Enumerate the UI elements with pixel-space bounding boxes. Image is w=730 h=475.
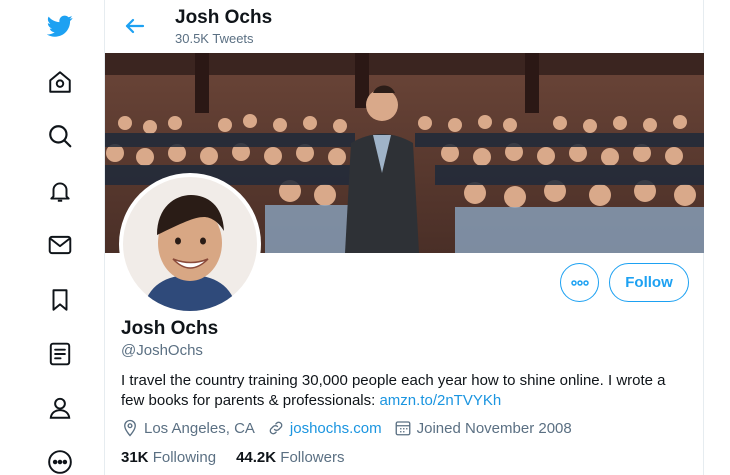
followers-count: 44.2K [236, 449, 277, 466]
location-text: Los Angeles, CA [144, 419, 255, 437]
joined-item: Joined November 2008 [394, 419, 572, 437]
website-item: joshochs.com [267, 419, 382, 437]
profile-person-icon[interactable] [46, 394, 74, 422]
followers-label: Followers [280, 449, 345, 466]
more-options-icon[interactable] [46, 448, 74, 475]
calendar-icon [395, 421, 411, 436]
home-icon[interactable] [46, 68, 74, 96]
profile-column: Josh Ochs 30.5K Tweets Follow Josh Ochs … [104, 0, 704, 475]
following-label: Following [152, 449, 217, 466]
header-tweet-count: 30.5K Tweets [175, 31, 254, 46]
messages-envelope-icon[interactable] [46, 231, 74, 259]
follow-stats: 31K Following 44.2K Followers [121, 449, 364, 466]
following-stat[interactable]: 31K Following [121, 449, 216, 466]
follow-button[interactable]: Follow [609, 263, 689, 302]
lists-icon[interactable] [46, 340, 74, 368]
profile-avatar[interactable] [119, 173, 261, 315]
profile-header-bar: Josh Ochs 30.5K Tweets [105, 0, 704, 53]
location-item: Los Angeles, CA [121, 419, 255, 437]
sidebar-nav [0, 0, 105, 475]
location-pin-icon [124, 419, 136, 437]
website-link[interactable]: joshochs.com [290, 420, 382, 437]
twitter-logo-icon[interactable] [46, 12, 74, 40]
notifications-bell-icon[interactable] [46, 177, 74, 205]
ellipsis-icon [570, 279, 589, 286]
profile-name: Josh Ochs [121, 318, 219, 339]
profile-meta: Los Angeles, CA joshochs.com Joined Nove… [121, 419, 584, 437]
link-icon [269, 421, 283, 435]
followers-stat[interactable]: 44.2K Followers [236, 449, 344, 466]
profile-bio: I travel the country training 30,000 peo… [121, 371, 691, 411]
more-options-button[interactable] [560, 263, 599, 302]
explore-search-icon[interactable] [46, 122, 74, 150]
profile-handle: @JoshOchs [121, 342, 203, 359]
bookmarks-icon[interactable] [46, 286, 74, 314]
bio-link[interactable]: amzn.to/2nTVYKh [379, 392, 501, 409]
joined-date: Joined November 2008 [416, 419, 572, 437]
following-count: 31K [121, 449, 149, 466]
back-arrow-icon[interactable] [123, 14, 149, 40]
header-profile-name: Josh Ochs [175, 7, 273, 28]
